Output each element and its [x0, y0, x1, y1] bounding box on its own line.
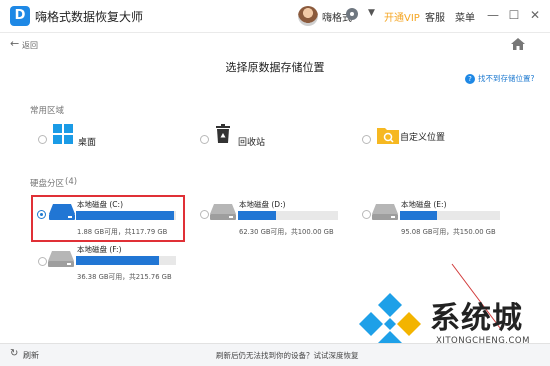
app-logo-icon: D	[10, 6, 30, 26]
radio-disk-f[interactable]	[38, 257, 47, 266]
radio-desktop[interactable]	[38, 135, 47, 144]
disk-usage-fill-c	[76, 211, 174, 220]
help-link[interactable]: 找不到存储位置?	[478, 73, 534, 84]
maximize-button[interactable]: ☐	[505, 6, 523, 24]
disk-usage-fill-f	[76, 256, 159, 265]
hard-disk-icon	[48, 251, 74, 267]
disk-size-c: 1.88 GB可用，共117.79 GB	[77, 228, 168, 236]
folder-search-icon	[377, 128, 399, 144]
disk-usage-bar-d	[238, 211, 338, 220]
disk-name-f[interactable]: 本地磁盘 (F:)	[77, 244, 122, 255]
disk-name-e[interactable]: 本地磁盘 (E:)	[401, 199, 447, 210]
disk-section-label: 硬盘分区	[30, 179, 65, 189]
avatar[interactable]	[298, 6, 318, 26]
disk-name-d[interactable]: 本地磁盘 (D:)	[239, 199, 286, 210]
disk-size-f: 36.38 GB可用，共215.76 GB	[77, 273, 172, 281]
radio-disk-c[interactable]	[37, 210, 46, 219]
chevron-down-icon[interactable]: ▼	[368, 8, 375, 18]
refresh-icon[interactable]: ↻	[10, 348, 18, 359]
customer-service-button[interactable]: 客服	[425, 9, 445, 24]
location-label-recycle-bin[interactable]: 回收站	[238, 135, 265, 148]
back-button[interactable]: 返回	[22, 40, 38, 51]
refresh-button[interactable]: 刷新	[23, 350, 39, 361]
common-section-label: 常用区域	[30, 106, 65, 116]
disk-usage-bar-e	[400, 211, 500, 220]
recycle-bin-icon	[216, 124, 230, 143]
app-title: 嗨格式数据恢复大师	[35, 10, 144, 24]
help-icon[interactable]: ?	[465, 74, 475, 84]
disk-usage-fill-d	[238, 211, 276, 220]
location-label-custom[interactable]: 自定义位置	[400, 130, 445, 143]
radio-disk-e[interactable]	[362, 210, 371, 219]
hard-disk-icon	[210, 204, 236, 220]
disk-usage-fill-e	[400, 211, 437, 220]
deep-recovery-tip[interactable]: 刷新后仍无法找到你的设备？试试深度恢复	[216, 350, 359, 361]
location-label-desktop[interactable]: 桌面	[78, 135, 96, 148]
radio-recycle-bin[interactable]	[200, 135, 209, 144]
minimize-button[interactable]: —	[484, 6, 502, 24]
radio-custom-location[interactable]	[362, 135, 371, 144]
home-icon[interactable]	[510, 37, 526, 51]
disk-usage-bar-c	[76, 211, 176, 220]
open-vip-link[interactable]: 开通VIP	[384, 9, 420, 24]
hard-disk-icon	[49, 204, 75, 220]
disk-usage-bar-f	[76, 256, 176, 265]
menu-button[interactable]: 菜单	[455, 9, 475, 24]
close-button[interactable]: ✕	[526, 6, 544, 24]
hard-disk-icon	[372, 204, 398, 220]
radio-disk-d[interactable]	[200, 210, 209, 219]
disk-size-e: 95.08 GB可用，共150.00 GB	[401, 228, 496, 236]
disk-name-c[interactable]: 本地磁盘 (C:)	[77, 199, 123, 210]
watermark-text: 系统城	[430, 301, 523, 336]
disk-count: (4)	[65, 177, 78, 187]
windows-icon	[53, 124, 73, 144]
back-arrow-icon[interactable]: ←	[10, 37, 19, 50]
page-title: 选择原数据存储位置	[225, 61, 325, 74]
disk-size-d: 62.30 GB可用，共100.00 GB	[239, 228, 334, 236]
gear-icon[interactable]	[346, 8, 358, 20]
